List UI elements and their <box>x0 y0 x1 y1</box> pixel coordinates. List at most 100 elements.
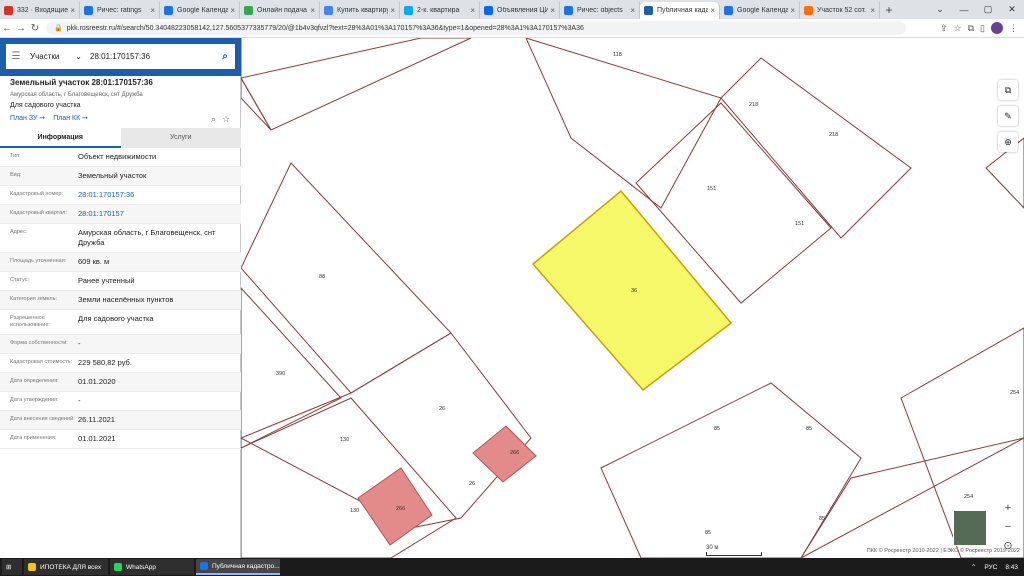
back-icon[interactable]: ← <box>0 23 14 34</box>
attribute-key: Дата внесения сведений: <box>10 416 75 422</box>
language-indicator[interactable]: РУС <box>984 564 997 571</box>
attribute-key: Тип: <box>10 153 21 159</box>
browser-tab[interactable]: Ричес: ratings × <box>80 2 160 19</box>
parcel-outline <box>241 287 342 449</box>
share-icon[interactable]: ⇪ <box>940 23 948 34</box>
zoom-in-button[interactable]: + <box>1000 500 1016 516</box>
object-address: Амурская область, г Благовещенск, снт Др… <box>10 92 143 98</box>
layers-icon[interactable]: ⧉ <box>998 80 1018 100</box>
close-icon[interactable]: × <box>710 6 715 15</box>
close-window-icon[interactable]: ✕ <box>1000 4 1024 15</box>
reload-icon[interactable]: ↻ <box>28 23 42 34</box>
taskbar-item[interactable]: Публичная кадастро... <box>196 559 280 575</box>
close-icon[interactable]: × <box>870 6 875 15</box>
chevron-down-icon[interactable]: ⌄ <box>928 4 952 15</box>
cadastral-map[interactable]: 118 218 218 151 151 36 88 390 26 26 130 130 85 85 85 85… <box>241 38 1024 558</box>
attribute-key: Дата определения: <box>10 378 59 384</box>
parcel-number-label: 36 <box>631 288 637 294</box>
close-icon[interactable]: × <box>310 6 315 15</box>
close-icon[interactable]: × <box>150 6 155 15</box>
menu-icon[interactable]: ☰ <box>6 51 26 62</box>
search-category-select[interactable]: Участки ⌄ <box>26 52 86 61</box>
forward-icon[interactable]: → <box>14 23 28 34</box>
browser-tab[interactable]: Публичная кадастровая× <box>640 2 720 19</box>
close-icon[interactable]: × <box>470 6 475 15</box>
attribute-row: Дата применения: 01.01.2021 <box>0 430 241 449</box>
attribute-value: 26.11.2021 <box>78 415 115 424</box>
taskbar: ⊞ ИПОТЕКА ДЛЯ всех WhatsApp Публичная кадас… <box>0 558 1024 576</box>
object-title: Земельный участок 28:01:170157:36 <box>10 78 153 87</box>
attribute-value: Земли населённых пунктов <box>78 295 174 304</box>
profile-avatar[interactable]: Л <box>991 22 1003 34</box>
edit-icon[interactable]: ✎ <box>998 106 1018 126</box>
basemap-switcher[interactable] <box>953 510 987 546</box>
clock[interactable]: 8:43 <box>1005 564 1018 571</box>
attribute-row: Разрешенное использование: Для садового у… <box>0 310 241 335</box>
parcel-number-label: 88 <box>319 274 325 280</box>
browser-tab[interactable]: Купить квартиру × <box>320 2 400 19</box>
browser-tab[interactable]: 332 · Входящие × <box>0 2 80 19</box>
browser-tab[interactable]: Онлайн подача × <box>240 2 320 19</box>
scale-label: 30 м <box>706 545 719 551</box>
menu-icon[interactable]: ⋮ <box>1009 23 1018 34</box>
taskbar-item[interactable]: ИПОТЕКА ДЛЯ всех <box>24 559 108 575</box>
close-icon[interactable]: × <box>390 6 395 15</box>
attribute-row: Тип: Объект недвижимости <box>0 148 241 167</box>
search-icon[interactable]: ⌕ <box>215 51 235 62</box>
plan-zu-link[interactable]: План ЗУ ➙ <box>10 114 45 122</box>
locate-icon[interactable]: ⊕ <box>998 132 1018 152</box>
extensions-icon[interactable]: ⧉ <box>968 23 974 34</box>
attribute-row: Статус: Ранее учтенный <box>0 272 241 291</box>
attribute-value[interactable]: 28:01:170157:36 <box>78 186 241 204</box>
tab-information[interactable]: Информация <box>0 128 121 148</box>
maximize-icon[interactable]: ▢ <box>976 4 1000 15</box>
plan-kk-link[interactable]: План КК ➙ <box>53 114 88 122</box>
close-icon[interactable]: × <box>550 6 555 15</box>
taskbar-item[interactable]: WhatsApp <box>110 559 194 575</box>
zoom-out-button[interactable]: − <box>1000 519 1016 535</box>
search-input[interactable]: 28:01:170157:36 <box>86 52 215 61</box>
parcel-number-label: 85 <box>714 426 720 432</box>
attribute-value: - <box>78 339 81 348</box>
map-canvas[interactable]: 118 218 218 151 151 36 88 390 26 26 130 130 85 85 85 85… <box>241 38 1024 558</box>
new-tab-button[interactable]: + <box>880 2 898 19</box>
minimize-icon[interactable]: — <box>952 5 976 15</box>
attribute-value: Земельный участок <box>78 171 147 180</box>
attribute-value[interactable]: 28:01:170157 <box>78 205 241 223</box>
parcel-outline <box>241 38 272 131</box>
scale-bar <box>706 552 762 556</box>
parcel-number-label: 254 <box>1010 390 1019 396</box>
address-bar[interactable]: 🔒 pkk.rosreestr.ru/#/search/50.340482230… <box>46 21 906 35</box>
browser-tab[interactable]: Объявления ЦИАН× <box>480 2 560 19</box>
browser-tab[interactable]: 2-к. квартира × <box>400 2 480 19</box>
attribute-key: Адрес: <box>10 229 28 235</box>
favorite-star-icon[interactable]: ☆ <box>222 114 230 125</box>
tab-label: Google Календарь <box>737 7 788 14</box>
parcel-number-label: 130 <box>350 508 359 514</box>
parcel-outline <box>241 38 472 131</box>
parcel-outline <box>525 38 722 209</box>
bookmark-star-icon[interactable]: ☆ <box>954 23 962 34</box>
parcel-number-label: 130 <box>340 437 349 443</box>
close-icon[interactable]: × <box>790 6 795 15</box>
parcel-number-label: 26 <box>469 481 475 487</box>
close-icon[interactable]: × <box>630 6 635 15</box>
browser-tab[interactable]: Участок 52 сот. × <box>800 2 880 19</box>
lock-icon: 🔒 <box>54 25 63 32</box>
tab-favicon-icon <box>244 6 253 15</box>
close-icon[interactable]: × <box>230 6 235 15</box>
browser-tab[interactable]: Google Календарь× <box>720 2 800 19</box>
tab-label: Участок 52 сот. <box>817 7 866 14</box>
attribute-value: 01.01.2020 <box>78 377 116 386</box>
attribute-value: 01.01.2021 <box>78 434 116 443</box>
zoom-to-object-icon[interactable]: ⌕ <box>211 114 216 125</box>
browser-tab[interactable]: Ричес: objects × <box>560 2 640 19</box>
close-icon[interactable]: × <box>70 6 75 15</box>
building-266a <box>357 467 433 546</box>
tray-up-icon[interactable]: ⌃ <box>971 563 976 571</box>
parcel-number-label: 266 <box>510 450 519 456</box>
sidebar-icon[interactable]: ▯ <box>980 23 985 34</box>
start-button[interactable]: ⊞ <box>2 559 22 575</box>
tab-services[interactable]: Услуги <box>120 128 241 148</box>
browser-tab[interactable]: Google Календарь× <box>160 2 240 19</box>
